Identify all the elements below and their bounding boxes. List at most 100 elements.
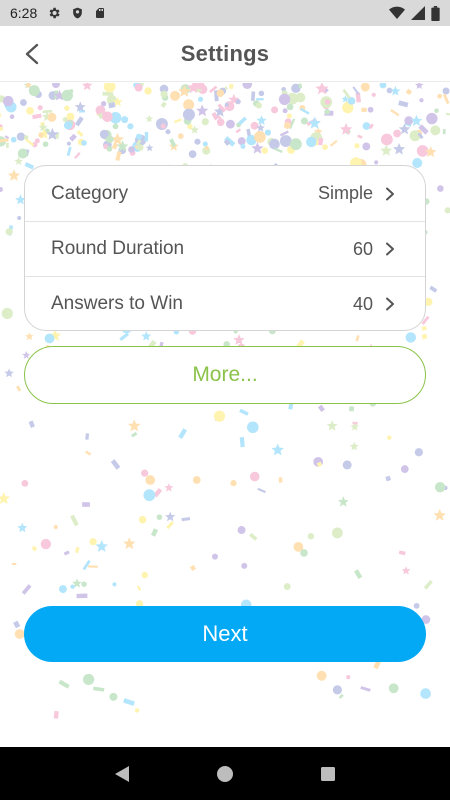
confetti-piece [20, 99, 27, 106]
confetti-piece [145, 144, 154, 152]
confetti-piece [307, 533, 315, 540]
confetti-piece [164, 483, 174, 492]
confetti-piece [6, 142, 9, 148]
setting-row-answers-to-win[interactable]: Answers to Win 40 [25, 276, 425, 330]
confetti-piece [40, 538, 52, 550]
confetti-piece [112, 123, 119, 130]
confetti-piece [240, 143, 246, 149]
confetti-piece [241, 562, 248, 569]
confetti-piece [76, 130, 84, 137]
nav-recents-button[interactable] [308, 754, 348, 794]
confetti-piece [141, 331, 152, 341]
confetti-piece [300, 117, 308, 125]
confetti-piece [58, 585, 67, 594]
confetti-piece [282, 108, 288, 114]
confetti-piece [23, 135, 29, 140]
shield-icon [71, 6, 84, 20]
confetti-piece [434, 108, 439, 114]
setting-row-category[interactable]: Category Simple [25, 166, 425, 221]
home-circle-icon [216, 765, 233, 782]
nav-home-button[interactable] [205, 754, 245, 794]
battery-icon [431, 5, 440, 21]
confetti-piece [144, 131, 149, 142]
confetti-piece [437, 185, 444, 192]
confetti-piece [201, 118, 209, 126]
chevron-right-icon [385, 187, 399, 201]
confetti-piece [420, 688, 431, 699]
confetti-piece [85, 433, 90, 440]
confetti-piece [173, 118, 182, 124]
confetti-piece [145, 475, 156, 485]
confetti-piece [110, 459, 121, 470]
confetti-piece [141, 571, 148, 579]
confetti-piece [278, 93, 291, 105]
confetti-piece [81, 581, 87, 587]
confetti-piece [204, 145, 209, 150]
confetti-piece [197, 96, 204, 102]
confetti-piece [63, 550, 70, 556]
confetti-piece [249, 532, 258, 541]
confetti-piece [145, 114, 154, 123]
confetti-piece [423, 579, 433, 590]
confetti-piece [119, 332, 130, 341]
confetti-piece [324, 99, 331, 105]
confetti-piece [257, 487, 266, 494]
confetti-piece [32, 113, 42, 120]
confetti-piece [83, 673, 95, 686]
confetti-piece [258, 90, 265, 97]
confetti-piece [17, 522, 28, 533]
confetti-piece [1, 307, 13, 320]
confetti-piece [271, 106, 279, 114]
confetti-piece [127, 419, 141, 432]
confetti-piece [160, 90, 168, 98]
confetti-piece [38, 132, 44, 138]
confetti-piece [144, 87, 152, 95]
confetti-piece [331, 527, 343, 539]
confetti-piece [16, 385, 22, 392]
nav-back-button[interactable] [102, 754, 142, 794]
back-triangle-icon [114, 765, 129, 782]
confetti-piece [398, 100, 409, 108]
next-button[interactable]: Next [24, 606, 426, 662]
back-button[interactable] [14, 36, 50, 72]
confetti-piece [374, 160, 379, 165]
confetti-piece [380, 133, 393, 146]
setting-value: Simple [317, 183, 373, 203]
setting-value: 60 [352, 238, 373, 259]
confetti-piece [188, 150, 197, 159]
confetti-piece [239, 408, 249, 416]
confetti-piece [230, 480, 237, 487]
confetti-piece [360, 686, 371, 692]
confetti-piece [82, 559, 91, 571]
confetti-piece [283, 122, 291, 129]
confetti-piece [387, 435, 392, 440]
confetti-piece [202, 141, 208, 147]
confetti-piece [0, 492, 11, 504]
confetti-piece [42, 109, 53, 114]
confetti-piece [177, 133, 184, 140]
confetti-piece [181, 517, 191, 522]
confetti-piece [112, 582, 117, 587]
confetti-piece [0, 112, 2, 118]
confetti-piece [192, 476, 201, 484]
confetti-piece [102, 111, 113, 123]
settings-card: Category Simple Round Duration 60 Answer… [24, 165, 426, 331]
more-button[interactable]: More... [24, 346, 426, 404]
confetti-piece [2, 95, 14, 107]
confetti-piece [74, 116, 84, 127]
confetti-piece [0, 186, 3, 192]
confetti-piece [58, 679, 70, 689]
confetti-piece [362, 122, 371, 130]
wifi-icon [389, 6, 405, 20]
cellular-icon [411, 6, 425, 20]
confetti-piece [131, 431, 138, 438]
confetti-piece [69, 133, 77, 142]
sd-card-icon [94, 6, 106, 20]
confetti-piece [76, 593, 88, 599]
chevron-left-icon [25, 43, 39, 65]
confetti-piece [165, 511, 176, 522]
confetti-piece [278, 477, 283, 483]
confetti-piece [11, 562, 17, 566]
setting-row-round-duration[interactable]: Round Duration 60 [25, 221, 425, 276]
confetti-piece [350, 422, 359, 431]
